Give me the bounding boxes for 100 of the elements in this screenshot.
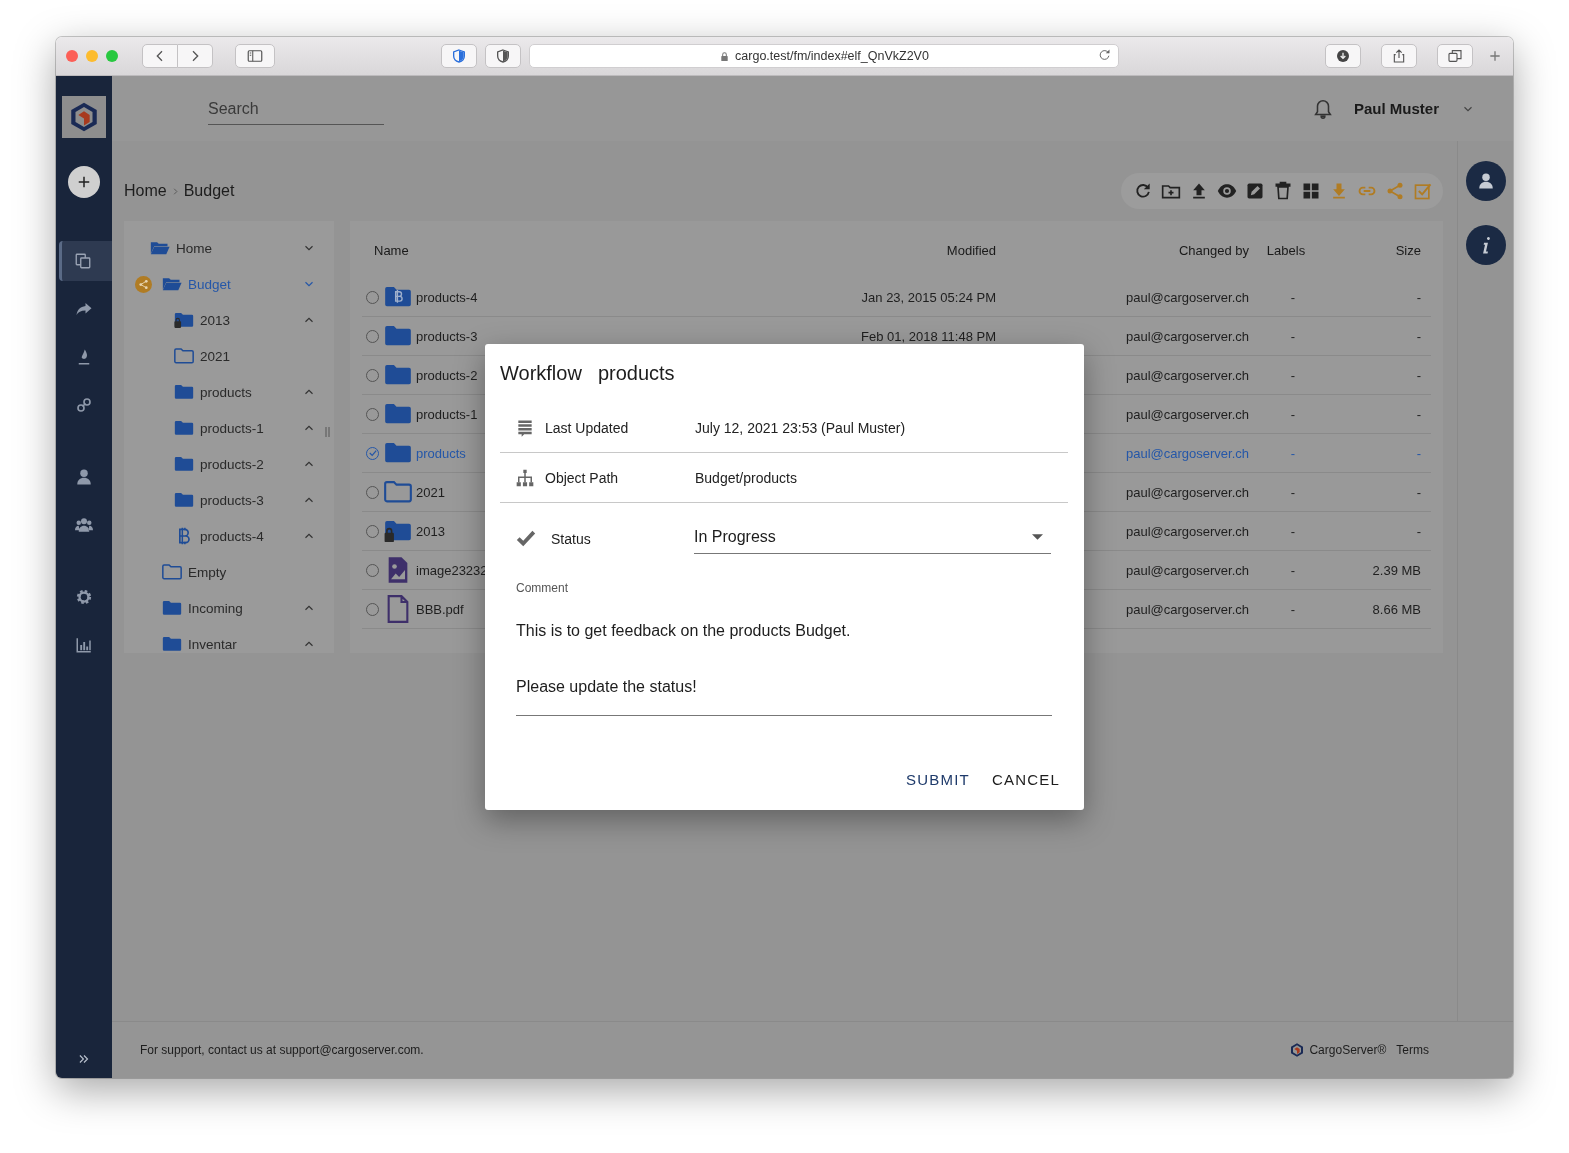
tree-item[interactable]: Empty [124,554,334,590]
downloads-button[interactable] [1325,44,1361,68]
submit-button[interactable]: SUBMIT [898,765,978,794]
column-header[interactable]: Labels [1266,241,1306,258]
table-cell: - [1416,523,1421,539]
group-icon [75,516,93,534]
locked-folder-icon [174,310,194,330]
table-cell: - [1416,445,1421,461]
info-icon [1481,236,1490,254]
close-window-button[interactable] [66,50,78,62]
table-cell: Jan 23, 2015 05:24 PM [861,289,996,305]
column-header[interactable]: Size [1395,241,1421,258]
terms-link[interactable]: Terms [1396,1043,1429,1057]
table-cell: paul@cargoserver.ch [1125,562,1249,578]
expand-button[interactable] [77,1052,91,1066]
table-cell: - [1290,523,1296,539]
table-cell: - [1290,562,1296,578]
sidebar-button[interactable] [235,44,275,68]
user-icon [75,468,93,486]
tree-item[interactable]: products-4 [124,518,334,554]
sidebar-icon [246,47,264,65]
folder-icon [162,562,182,582]
new-tab-button[interactable] [1487,48,1503,64]
table-cell: paul@cargoserver.ch [1125,406,1249,422]
resize-handle-icon[interactable] [325,426,330,438]
toolbar-button[interactable] [1273,181,1293,201]
table-cell: - [1290,484,1296,500]
tree-item[interactable]: 2013 [124,302,334,338]
hexagon-logo-icon [1289,1042,1306,1058]
tree-item[interactable]: products-1 [124,410,334,446]
column-header[interactable]: Name [374,241,846,258]
field-label: Status [551,531,592,547]
trash-icon [1273,181,1293,201]
table-cell: paul@cargoserver.ch [1125,484,1249,500]
brand-name: CargoServer® [1309,1043,1387,1057]
add-button[interactable] [68,166,100,198]
cancel-button[interactable]: CANCEL [983,765,1068,794]
tabs-icon [1447,48,1463,64]
column-header[interactable]: Changed by [1178,241,1249,258]
dialog-title: Workflow [500,362,582,385]
search-field[interactable]: Search [208,96,384,125]
table-cell: 8.66 MB [1372,601,1421,617]
share-button[interactable] [1381,44,1417,68]
privacy-button[interactable] [485,44,521,68]
table-cell: paul@cargoserver.ch [1125,289,1249,305]
double-chevron-icon [77,1052,91,1066]
table-cell: - [1290,601,1296,617]
tree-item[interactable]: 2021 [124,338,334,374]
profile-button[interactable] [1465,161,1506,201]
toolbar-button[interactable] [1133,181,1153,201]
checked-box-icon [1413,181,1433,201]
tree-item[interactable]: Home [124,230,334,266]
column-header[interactable]: Modified [946,241,996,258]
caret-icon [1032,533,1043,540]
table-cell: - [1416,367,1421,383]
tabs-button[interactable] [1437,44,1473,68]
back-button[interactable] [142,44,178,68]
files-icon [74,252,92,270]
logo[interactable] [62,96,106,138]
address-field[interactable]: cargo.test/fm/index#elf_QnVkZ2V0 [529,44,1119,68]
link-icon [75,396,93,414]
folder-icon [174,346,194,366]
tree-item[interactable]: products-3 [124,482,334,518]
table-cell: - [1290,367,1296,383]
table-cell: Feb 01, 2018 11:48 PM [861,328,996,344]
share-icon [1391,48,1407,64]
status-select[interactable]: In Progress [694,520,1051,554]
folder-icon [162,634,182,654]
tree-item[interactable]: Incoming [124,590,334,626]
toolbar-button[interactable] [1301,181,1321,201]
table-cell: paul@cargoserver.ch [1125,445,1249,461]
folder-icon [174,454,194,474]
folder-icon [174,418,194,438]
file-name[interactable]: products-3 [414,328,846,344]
nav-item[interactable] [59,241,112,281]
forward-button[interactable] [178,44,213,68]
breadcrumb-link[interactable]: Home [124,182,167,200]
toolbar-button[interactable] [1245,181,1265,201]
tree-item[interactable]: products [124,374,334,410]
info-button[interactable] [1465,225,1506,265]
user-menu[interactable]: Paul Muster [1353,100,1439,117]
toolbar-button[interactable] [1217,181,1237,201]
file-name[interactable]: products-4 [414,289,846,305]
tree-item[interactable]: products-2 [124,446,334,482]
user-icon [1476,172,1495,190]
check-icon [368,449,377,457]
bar-chart-icon [75,636,93,654]
plus-icon [1487,48,1503,64]
field-value: Budget/products [695,469,797,486]
folder-icon [174,490,194,510]
table-cell: - [1290,445,1296,461]
edit-icon [1245,181,1265,201]
comment-field[interactable]: This is to get feedback on the products Budget. Please update the status! [516,617,1052,716]
table-cell: paul@cargoserver.ch [1125,523,1249,539]
shield-icon [451,48,467,64]
password-extension-button[interactable] [441,44,477,68]
field-value: July 12, 2021 23:53 (Paul Muster) [695,419,906,436]
tree-item[interactable]: Inventar [124,626,334,662]
breadcrumb-link[interactable]: Budget [183,182,235,200]
share-icon [1385,181,1405,201]
